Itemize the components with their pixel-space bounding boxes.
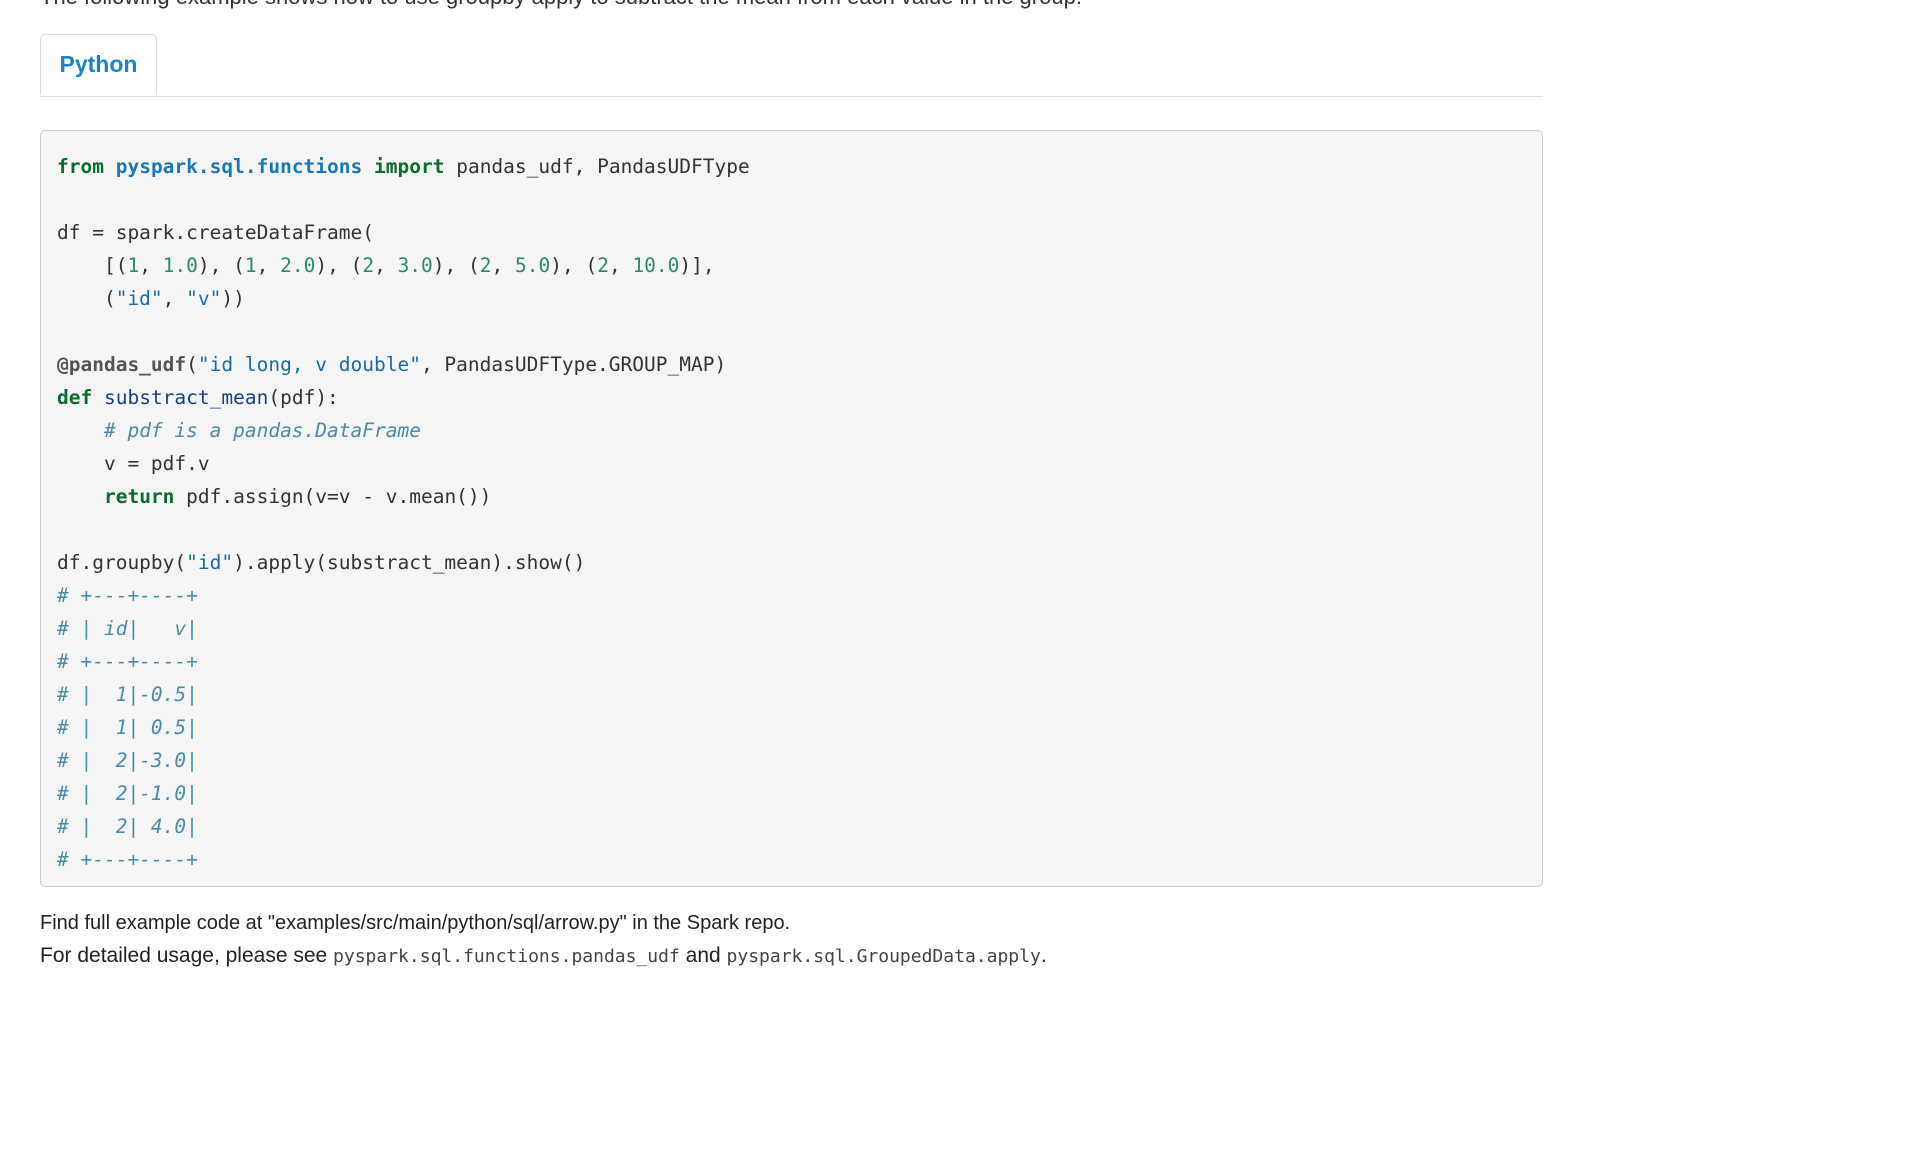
string-literal: "id" bbox=[186, 551, 234, 574]
code-token: , bbox=[139, 254, 163, 277]
example-source-note: Find full example code at "examples/src/… bbox=[40, 912, 791, 934]
output-comment-line: # | 2| 4.0| bbox=[57, 815, 198, 838]
language-tab-bar: Python bbox=[40, 34, 1543, 97]
code-token: ), ( bbox=[432, 254, 480, 277]
code-token: , PandasUDFType.GROUP_MAP) bbox=[420, 353, 727, 376]
keyword-def: def bbox=[57, 386, 93, 409]
keyword-from: from bbox=[57, 155, 104, 178]
decorator: @pandas_udf bbox=[57, 353, 187, 376]
number-literal: 10.0 bbox=[632, 254, 680, 277]
number-literal: 2 bbox=[362, 254, 375, 277]
code-text: from pyspark.sql.functions import pandas… bbox=[57, 150, 750, 876]
code-token: ( bbox=[186, 353, 198, 376]
code-token: [( bbox=[57, 254, 128, 277]
usage-prefix: For detailed usage, please see bbox=[40, 944, 334, 967]
string-literal: "id long, v double" bbox=[197, 353, 421, 376]
number-literal: 2 bbox=[479, 254, 492, 277]
code-line-13: df.groupby("id").apply(substract_mean).s… bbox=[57, 546, 750, 579]
output-comment-line: # | 1|-0.5| bbox=[57, 683, 198, 706]
code-token: , bbox=[162, 287, 187, 310]
number-literal: 2 bbox=[597, 254, 609, 277]
code-token: df.groupby( bbox=[57, 551, 187, 574]
number-literal: 3.0 bbox=[397, 254, 433, 277]
number-literal: 5.0 bbox=[515, 254, 551, 277]
code-line-8: def substract_mean(pdf): bbox=[57, 381, 750, 414]
string-literal: "id" bbox=[115, 287, 163, 310]
output-comment-line: # +---+----+ bbox=[57, 584, 198, 607]
code-token: , bbox=[608, 254, 633, 277]
usage-note: For detailed usage, please see pyspark.s… bbox=[40, 944, 1047, 968]
code-token: , bbox=[256, 254, 281, 277]
function-name: substract_mean bbox=[103, 386, 269, 409]
usage-and: and bbox=[679, 944, 727, 967]
code-line-9: # pdf is a pandas.DataFrame bbox=[57, 414, 750, 447]
code-line-10: v = pdf.v bbox=[57, 452, 210, 475]
output-comment-line: # | 1| 0.5| bbox=[57, 716, 198, 739]
code-line-11: return pdf.assign(v=v - v.mean()) bbox=[57, 480, 750, 513]
code-line-1: from pyspark.sql.functions import pandas… bbox=[57, 150, 750, 183]
code-line-4: [(1, 1.0), (1, 2.0), (2, 3.0), (2, 5.0),… bbox=[57, 249, 750, 282]
module-name: pyspark.sql.functions bbox=[115, 155, 363, 178]
code-token: ), ( bbox=[550, 254, 598, 277]
code-token: , bbox=[374, 254, 398, 277]
import-names: pandas_udf, PandasUDFType bbox=[444, 155, 750, 178]
code-token: (pdf): bbox=[268, 386, 339, 409]
code-token: ( bbox=[57, 287, 116, 310]
code-line-7: @pandas_udf("id long, v double", PandasU… bbox=[57, 348, 750, 381]
number-literal: 1.0 bbox=[162, 254, 198, 277]
output-comment-line: # | 2|-1.0| bbox=[57, 782, 198, 805]
keyword-return: return bbox=[103, 485, 175, 508]
output-comment-line: # +---+----+ bbox=[57, 650, 198, 673]
code-token: )], bbox=[679, 254, 715, 277]
string-literal: "v" bbox=[186, 287, 222, 310]
code-comment: # pdf is a pandas.DataFrame bbox=[103, 419, 421, 442]
code-token: , bbox=[491, 254, 515, 277]
code-token: ), ( bbox=[315, 254, 363, 277]
code-token: )) bbox=[221, 287, 245, 310]
code-line-3: df = spark.createDataFrame( bbox=[57, 221, 374, 244]
number-literal: 1 bbox=[244, 254, 257, 277]
output-comment-line: # +---+----+ bbox=[57, 848, 198, 871]
output-comment-line: # | id| v| bbox=[57, 617, 198, 640]
code-block: from pyspark.sql.functions import pandas… bbox=[40, 130, 1543, 887]
usage-suffix: . bbox=[1040, 944, 1047, 967]
pandas-udf-link[interactable]: pyspark.sql.functions.pandas_udf bbox=[333, 946, 680, 967]
code-line-5: ("id", "v")) bbox=[57, 282, 750, 315]
code-token: pdf.assign(v=v - v.mean()) bbox=[174, 485, 492, 508]
intro-paragraph: The following example shows how to use g… bbox=[40, 0, 1082, 10]
number-literal: 2.0 bbox=[280, 254, 316, 277]
grouped-data-apply-link[interactable]: pyspark.sql.GroupedData.apply bbox=[727, 946, 1041, 967]
number-literal: 1 bbox=[127, 254, 140, 277]
keyword-import: import bbox=[374, 155, 445, 178]
code-token: ), ( bbox=[197, 254, 245, 277]
output-comment-line: # | 2|-3.0| bbox=[57, 749, 198, 772]
code-token: ).apply(substract_mean).show() bbox=[233, 551, 586, 574]
tab-python[interactable]: Python bbox=[40, 34, 157, 95]
